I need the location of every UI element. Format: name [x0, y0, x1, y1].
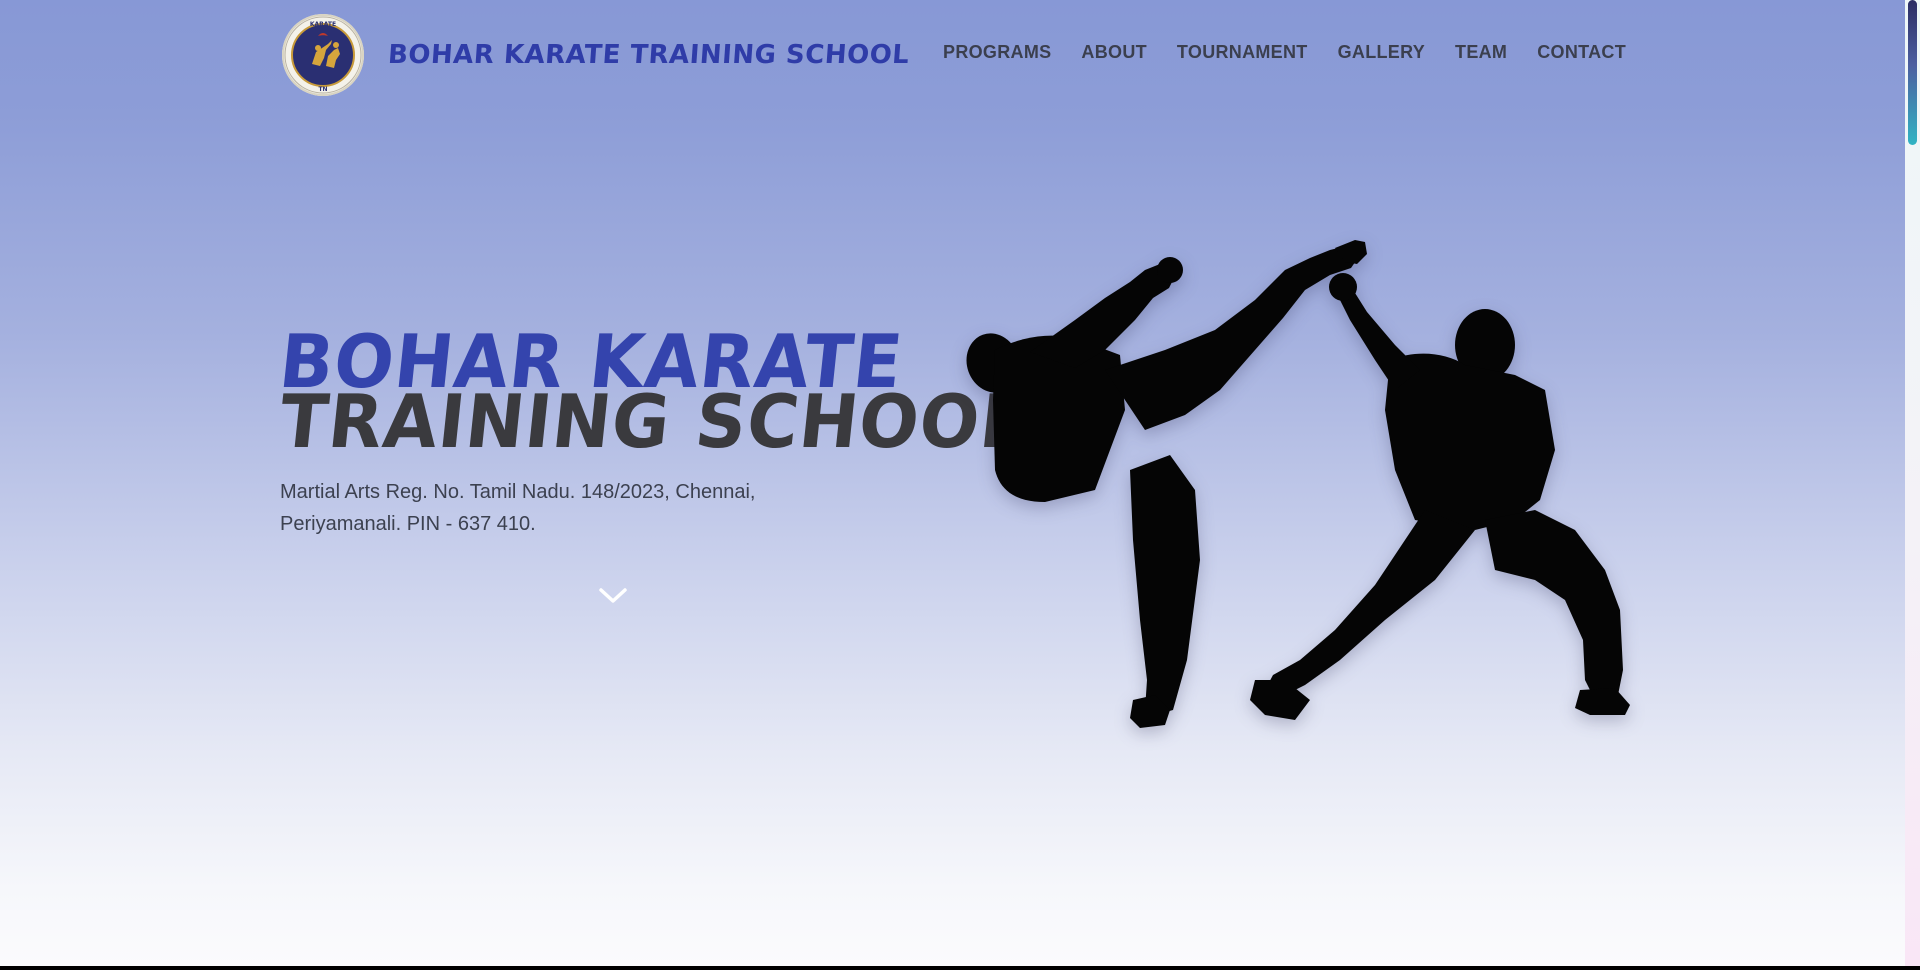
- hero-subtitle: Martial Arts Reg. No. Tamil Nadu. 148/20…: [280, 481, 756, 535]
- nav-link-about[interactable]: ABOUT: [1081, 42, 1147, 63]
- page-scrollbar[interactable]: [1905, 0, 1920, 966]
- nav-link-contact[interactable]: CONTACT: [1537, 42, 1626, 63]
- main-nav: PROGRAMS ABOUT TOURNAMENT GALLERY TEAM C…: [913, 42, 1626, 63]
- hero-title-line2: TRAINING SCHOOL: [275, 378, 1031, 466]
- brand-home-link[interactable]: KARATE TN BOHAR KARATE TRAINING SCHOOL: [282, 14, 911, 96]
- top-navbar: KARATE TN BOHAR KARATE TRAINING SCHOOL P…: [0, 0, 1905, 108]
- chevron-down-icon[interactable]: [598, 584, 628, 608]
- nav-link-team[interactable]: TEAM: [1455, 42, 1507, 63]
- brand-title: BOHAR KARATE TRAINING SCHOOL: [386, 40, 911, 70]
- karate-school-emblem-icon: KARATE TN: [282, 14, 364, 96]
- scrollbar-thumb[interactable]: [1908, 0, 1917, 145]
- hero-section: BOHAR KARATE TRAINING SCHOOL Martial Art…: [275, 319, 1030, 540]
- nav-link-gallery[interactable]: GALLERY: [1338, 42, 1425, 63]
- karate-fighters-silhouette: [966, 240, 1630, 728]
- page-viewport: KARATE TN BOHAR KARATE TRAINING SCHOOL P…: [0, 0, 1920, 966]
- svg-text:KARATE: KARATE: [310, 21, 336, 28]
- nav-link-tournament[interactable]: TOURNAMENT: [1177, 42, 1308, 63]
- svg-text:TN: TN: [318, 86, 327, 93]
- nav-link-programs[interactable]: PROGRAMS: [943, 42, 1051, 63]
